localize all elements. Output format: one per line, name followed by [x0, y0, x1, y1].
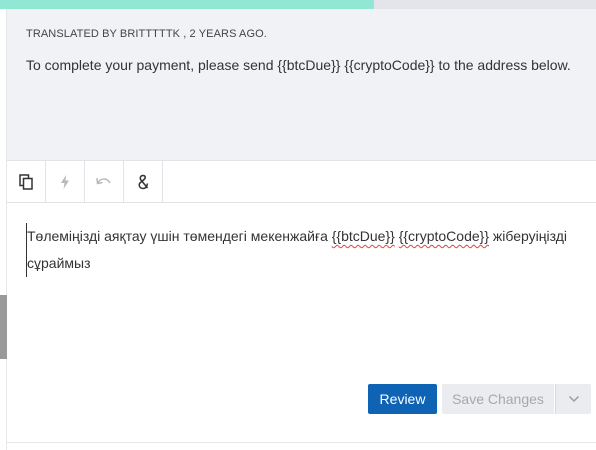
left-gutter — [0, 9, 7, 450]
special-character-icon — [138, 174, 148, 189]
source-panel: TRANSLATED BY BRITTTTTK , 2 YEARS AGO. T… — [7, 9, 596, 161]
source-string: To complete your payment, please send {{… — [26, 57, 571, 73]
save-options-dropdown[interactable] — [555, 384, 591, 414]
editor-toolbar — [7, 161, 596, 203]
placeholder-btcdue: {{btcDue}} — [331, 228, 395, 244]
translation-meta: TRANSLATED BY BRITTTTTK , 2 YEARS AGO. — [26, 28, 267, 40]
placeholder-cryptocode: {{cryptoCode}} — [398, 228, 489, 244]
review-button[interactable]: Review — [368, 384, 437, 414]
copy-source-button[interactable] — [7, 161, 46, 202]
progress-bar-fill — [0, 0, 375, 9]
translation-editor-screen: TRANSLATED BY BRITTTTTK , 2 YEARS AGO. T… — [0, 0, 596, 450]
copy-source-icon — [19, 173, 33, 190]
machine-translation-button[interactable] — [46, 161, 85, 202]
translation-text-start: Төлеміңізді аяқтау үшін төмендегі мекенж… — [27, 228, 332, 244]
special-character-button[interactable] — [124, 161, 163, 202]
scrollbar-thumb[interactable] — [0, 295, 7, 359]
chevron-down-icon — [568, 395, 579, 403]
undo-button[interactable] — [85, 161, 124, 202]
progress-bar — [0, 0, 596, 9]
undo-icon — [96, 177, 111, 184]
lightning-icon — [61, 174, 69, 189]
translation-textarea[interactable]: Төлеміңізді аяқтау үшін төмендегі мекенж… — [26, 223, 586, 277]
save-changes-button[interactable]: Save Changes — [442, 384, 554, 414]
